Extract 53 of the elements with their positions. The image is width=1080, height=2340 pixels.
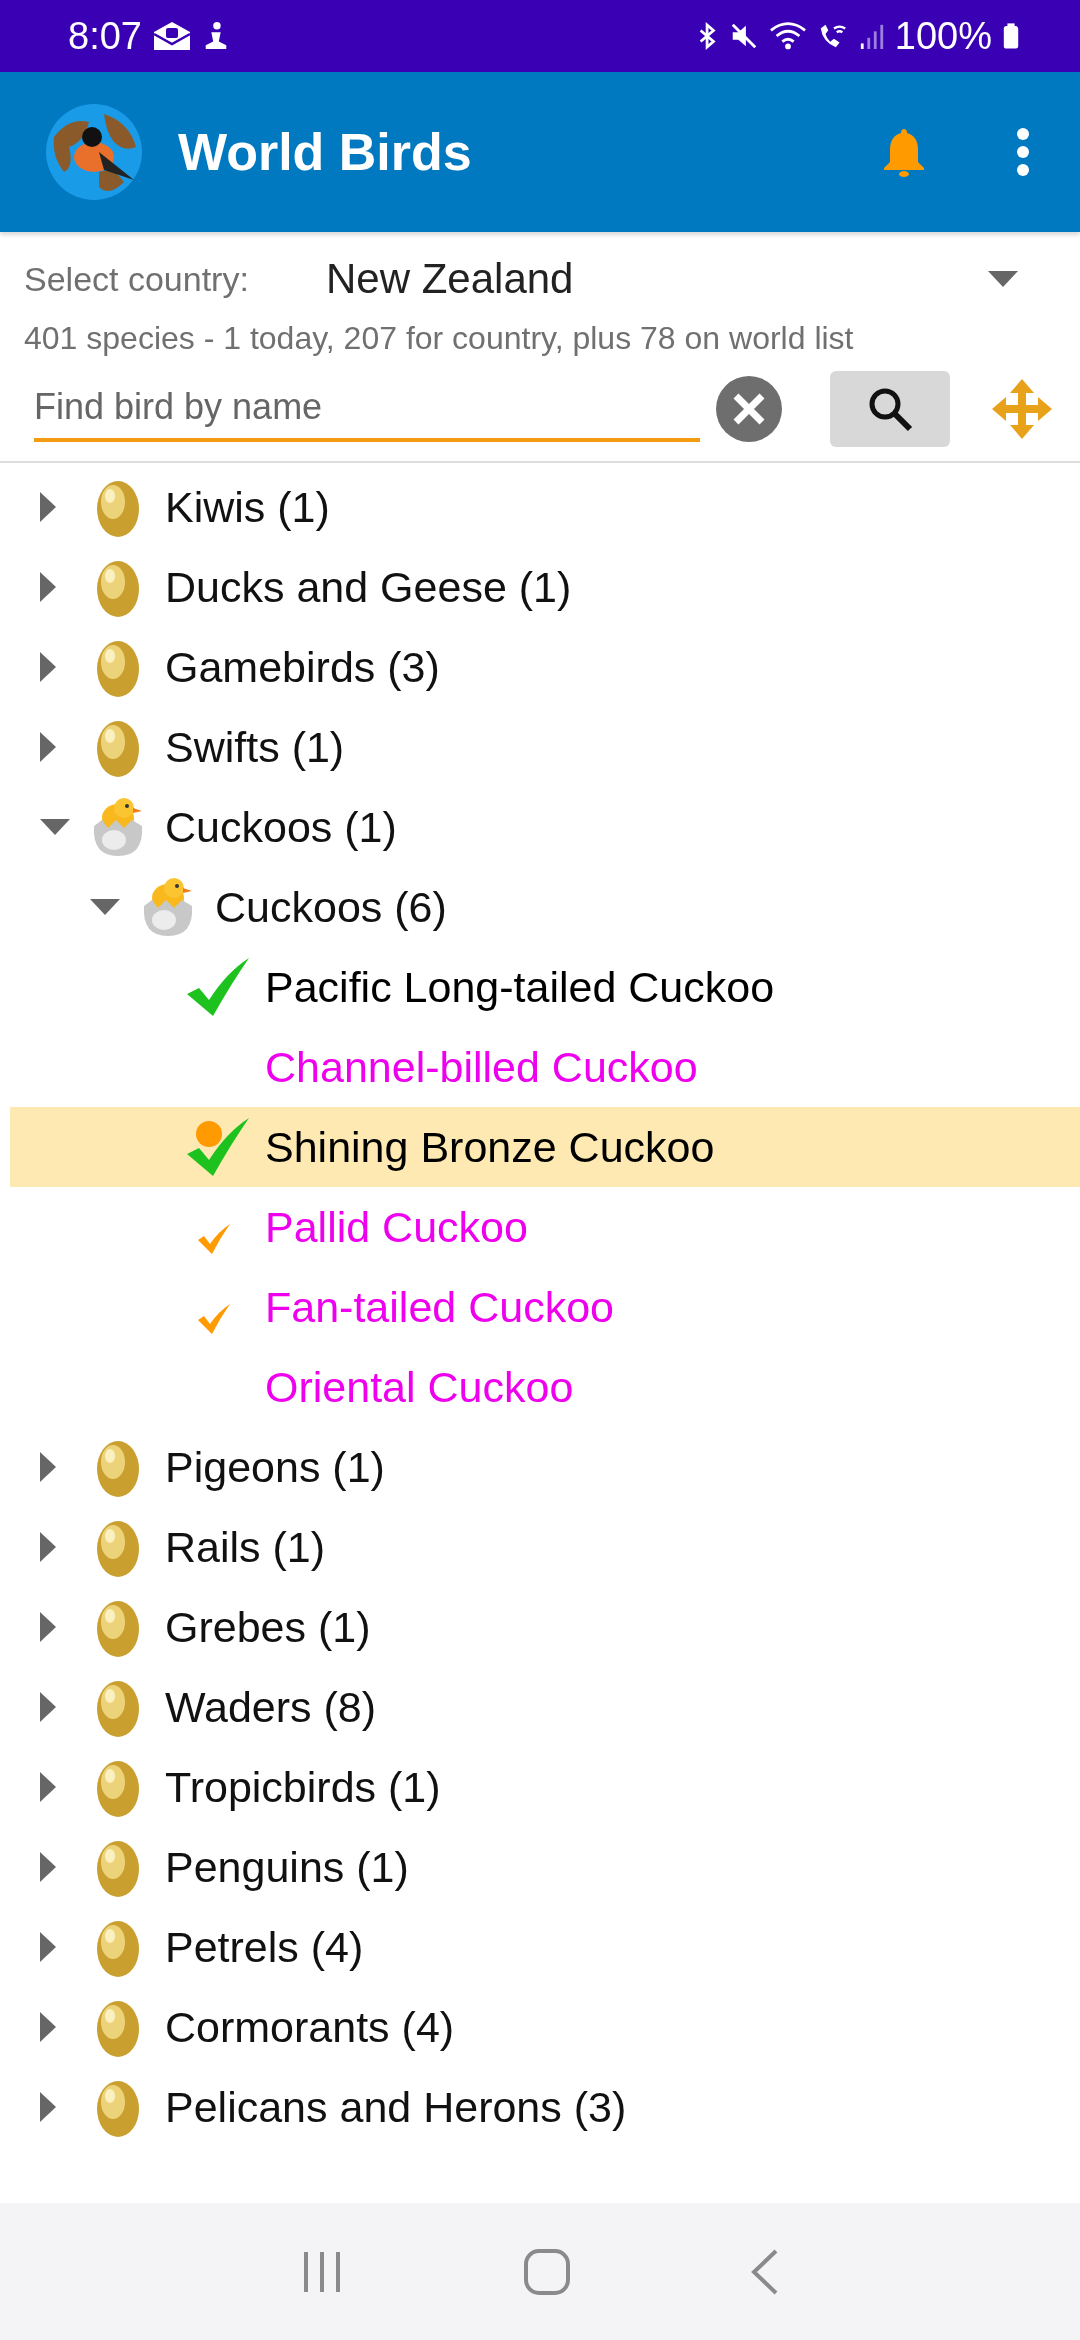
collapsed-arrow-icon[interactable] (40, 1532, 56, 1562)
checkmark-icon (185, 956, 251, 1018)
collapsed-arrow-icon[interactable] (40, 1932, 56, 1962)
collapsed-arrow-icon[interactable] (40, 652, 56, 682)
mail-icon (151, 20, 192, 52)
country-dropdown[interactable]: Select country: New Zealand (0, 246, 1080, 312)
collapsed-arrow-icon[interactable] (40, 1692, 56, 1722)
collapsed-arrow-icon[interactable] (40, 1452, 56, 1482)
group-item[interactable]: Rails (1) (10, 1507, 1080, 1587)
collapsed-arrow-icon[interactable] (40, 2092, 56, 2122)
search-button[interactable] (830, 371, 950, 447)
small-checkmark-icon (196, 1302, 232, 1336)
wifi-icon (768, 20, 807, 52)
dropdown-caret-icon (988, 271, 1018, 287)
collapsed-arrow-icon[interactable] (40, 1852, 56, 1882)
group-item[interactable]: Cuckoos (1) (10, 787, 1080, 867)
collapsed-arrow-icon[interactable] (40, 1612, 56, 1642)
group-item[interactable]: Cuckoos (6) (10, 867, 1080, 947)
group-item[interactable]: Waders (8) (10, 1667, 1080, 1747)
species-item[interactable]: Pacific Long-tailed Cuckoo (10, 947, 1080, 1027)
species-item[interactable]: Channel-billed Cuckoo (10, 1027, 1080, 1107)
more-options-icon[interactable] (1016, 128, 1030, 176)
species-item[interactable]: Shining Bronze Cuckoo (10, 1107, 1080, 1187)
clear-icon[interactable] (716, 376, 782, 442)
group-item[interactable]: Pelicans and Herons (3) (10, 2067, 1080, 2147)
battery-icon (1002, 20, 1020, 52)
clock-time: 8:07 (68, 14, 142, 58)
collapsed-arrow-icon[interactable] (40, 492, 56, 522)
group-item[interactable]: Petrels (4) (10, 1907, 1080, 1987)
group-item[interactable]: Ducks and Geese (1) (10, 547, 1080, 627)
species-summary: 401 species - 1 today, 207 for country, plus 78 on world list (23, 319, 855, 357)
group-item[interactable]: Cormorants (4) (10, 1987, 1080, 2067)
collapsed-arrow-icon[interactable] (40, 2012, 56, 2042)
group-item[interactable]: Tropicbirds (1) (10, 1747, 1080, 1827)
species-item[interactable]: Pallid Cuckoo (10, 1187, 1080, 1267)
search-field[interactable]: Find bird by name (34, 376, 700, 442)
group-item[interactable]: Grebes (1) (10, 1587, 1080, 1667)
group-item[interactable]: Gamebirds (3) (10, 627, 1080, 707)
collapsed-arrow-icon[interactable] (40, 1772, 56, 1802)
expanded-arrow-icon[interactable] (90, 899, 120, 915)
collapsed-arrow-icon[interactable] (40, 732, 56, 762)
app-title: World Birds (178, 122, 472, 182)
expanded-arrow-icon[interactable] (40, 819, 70, 835)
home-icon[interactable] (523, 2247, 571, 2296)
group-item[interactable]: Pigeons (1) (10, 1427, 1080, 1507)
collapsed-arrow-icon[interactable] (40, 572, 56, 602)
species-item[interactable]: Fan-tailed Cuckoo (10, 1267, 1080, 1347)
group-item[interactable]: Kiwis (1) (10, 467, 1080, 547)
battery-percent: 100% (894, 14, 992, 58)
small-checkmark-icon (196, 1222, 232, 1256)
species-item[interactable]: Oriental Cuckoo (10, 1347, 1080, 1427)
group-item[interactable]: Swifts (1) (10, 707, 1080, 787)
group-item[interactable]: Penguins (1) (10, 1827, 1080, 1907)
